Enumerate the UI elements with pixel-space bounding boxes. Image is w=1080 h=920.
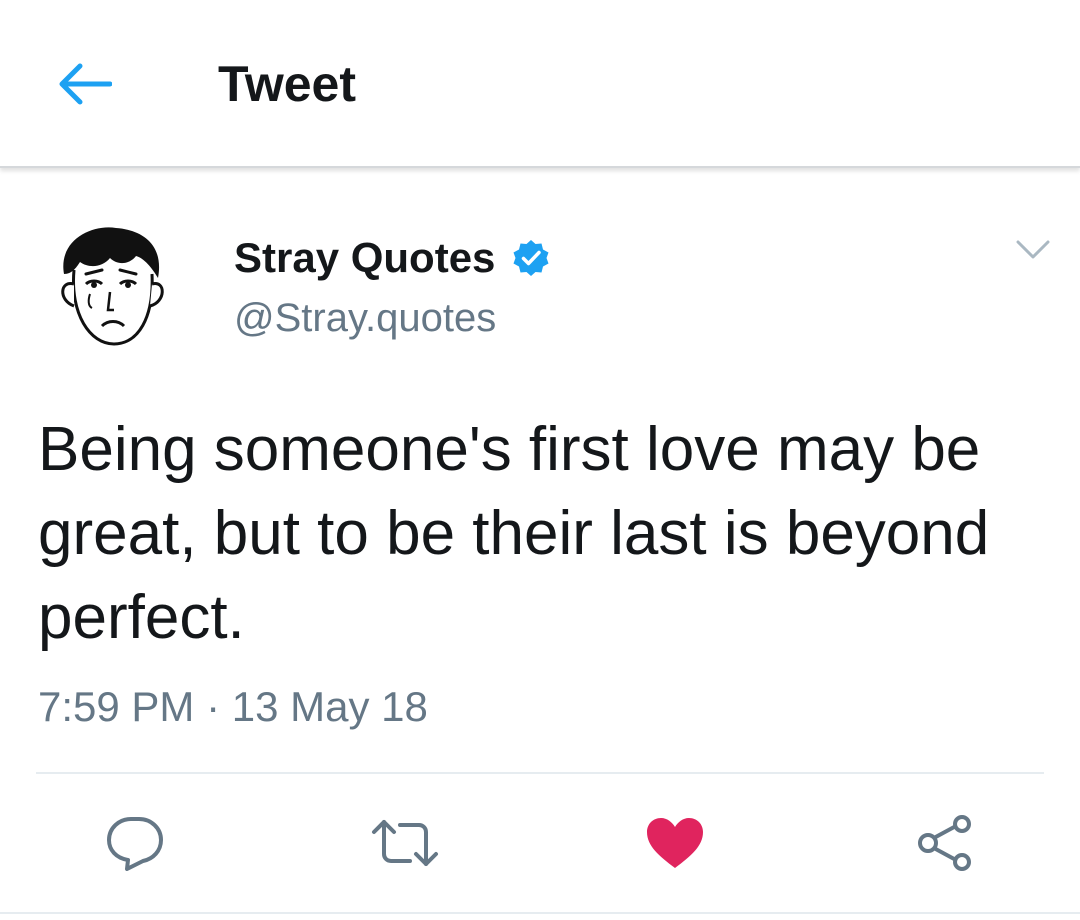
- reply-icon: [107, 817, 163, 871]
- top-app-bar: Tweet: [0, 0, 1080, 168]
- tweet-text: Being someone's first love may be great,…: [38, 415, 990, 652]
- divider: [36, 772, 1044, 774]
- page-title: Tweet: [218, 56, 356, 112]
- retweet-button[interactable]: [370, 808, 440, 878]
- arrow-left-icon: [59, 63, 112, 105]
- author-name-row[interactable]: Stray Quotes: [234, 230, 551, 286]
- heart-icon: [647, 818, 703, 868]
- share-icon: [918, 815, 971, 871]
- cartoon-face-avatar: [61, 227, 164, 346]
- author-handle[interactable]: @Stray.quotes: [234, 294, 496, 342]
- chevron-down-icon: [1016, 240, 1050, 259]
- tweet-menu-button[interactable]: [1010, 230, 1056, 270]
- display-name: Stray Quotes: [234, 234, 496, 281]
- reply-button[interactable]: [100, 808, 170, 878]
- retweet-icon: [372, 820, 438, 866]
- back-button[interactable]: [52, 56, 116, 112]
- verified-badge-icon: [513, 240, 549, 276]
- like-button[interactable]: [640, 808, 710, 878]
- tweet-timestamp: 7:59 PM · 13 May 18: [38, 683, 428, 730]
- bottom-divider: [0, 912, 1080, 914]
- share-button[interactable]: [910, 808, 980, 878]
- avatar[interactable]: [52, 222, 170, 350]
